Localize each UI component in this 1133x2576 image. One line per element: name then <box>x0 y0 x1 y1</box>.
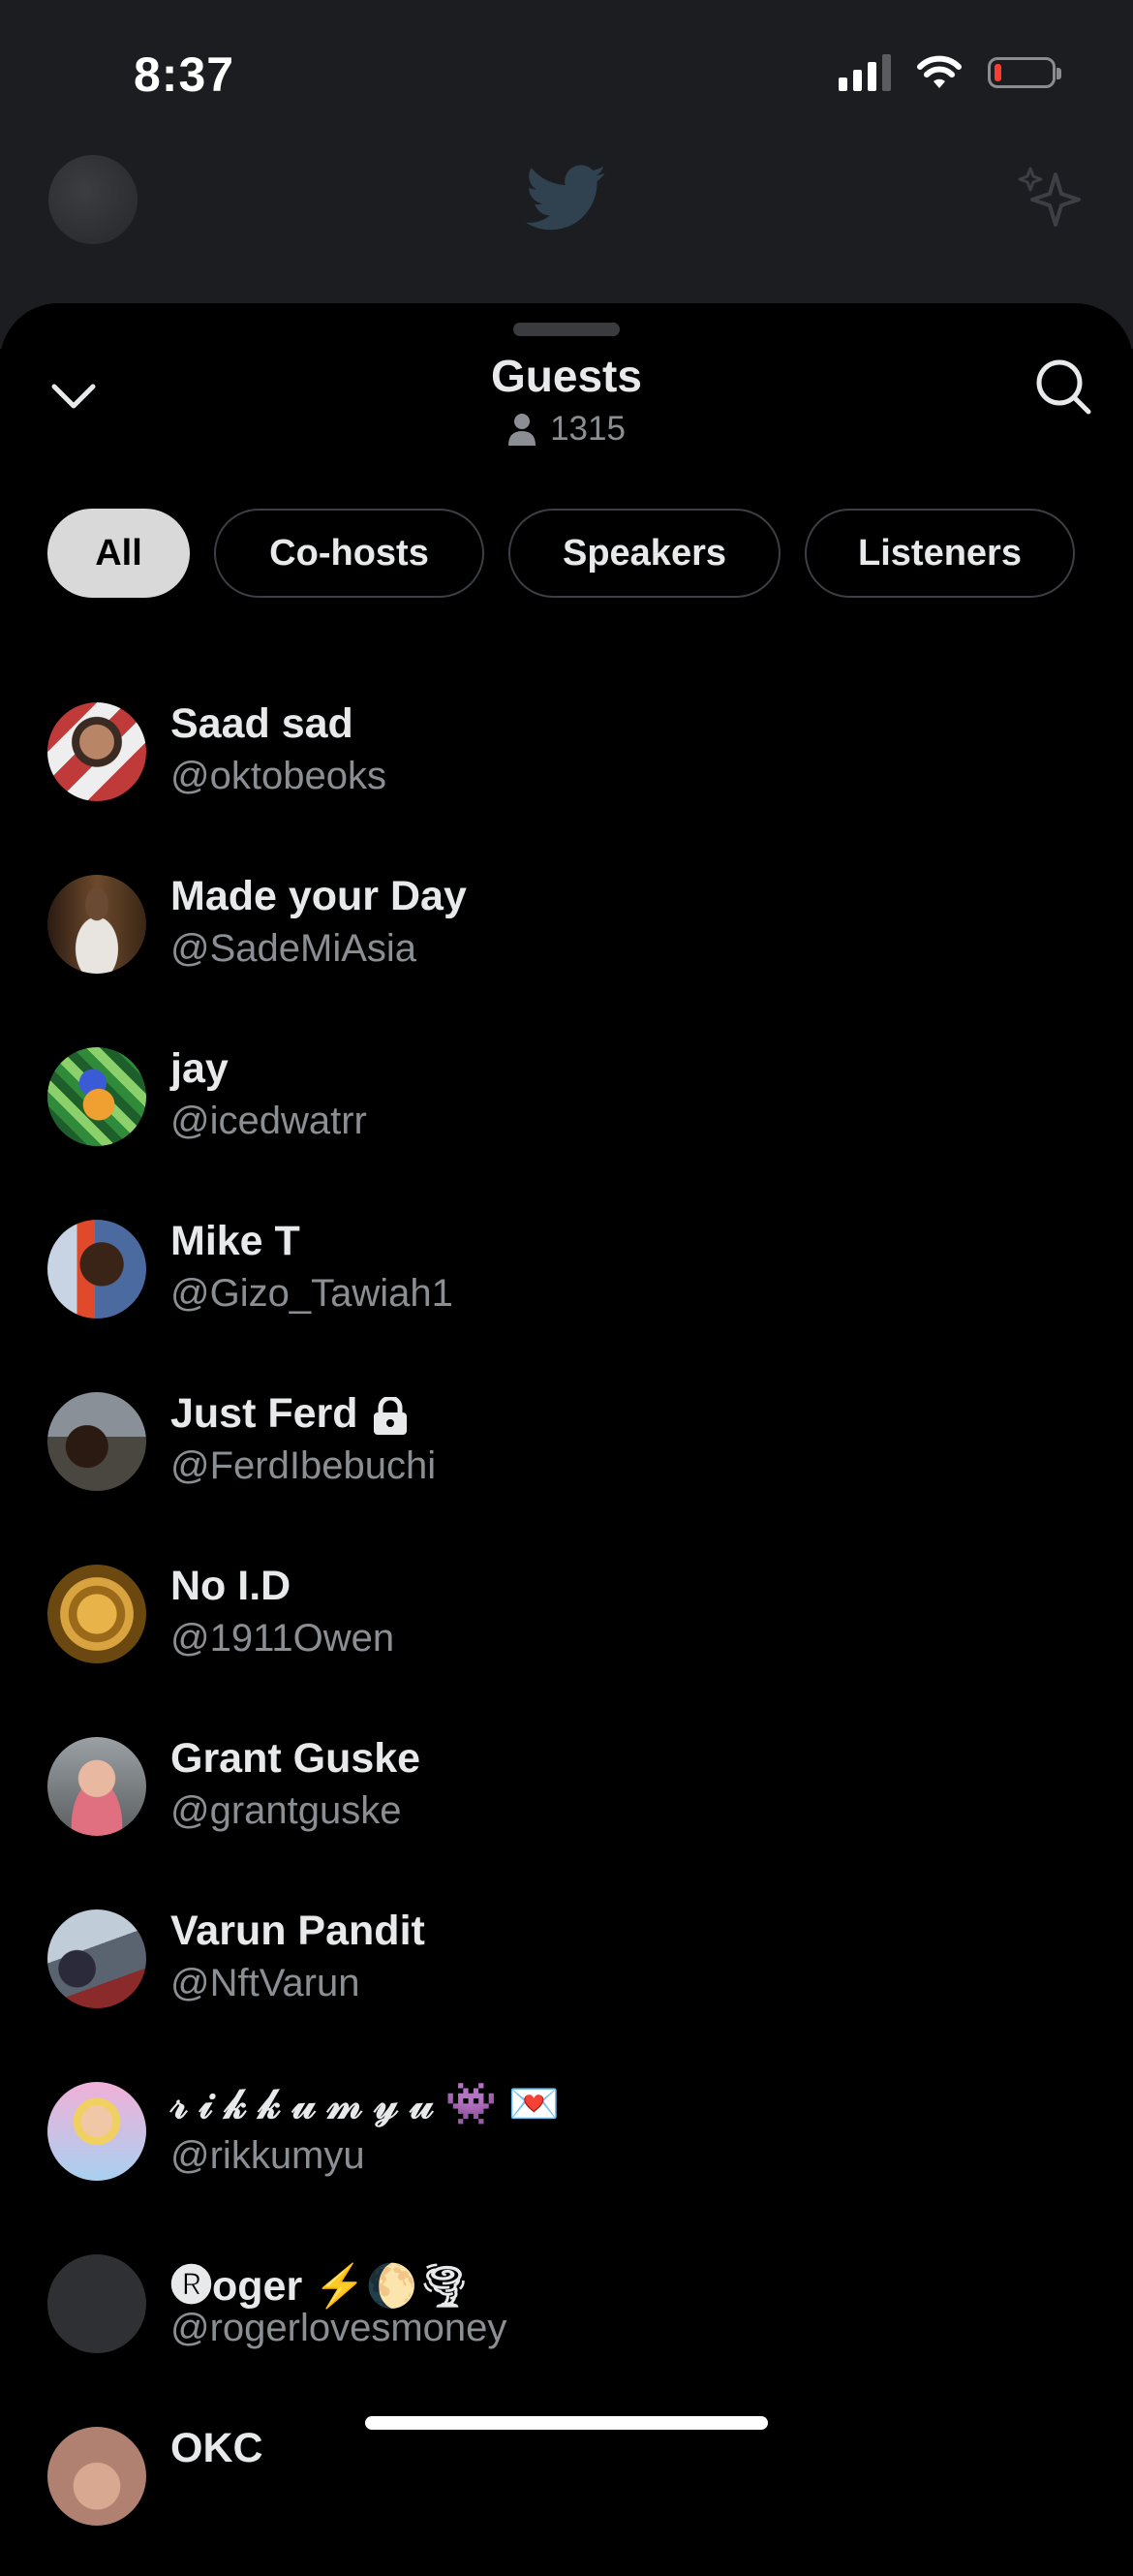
avatar <box>47 1565 146 1663</box>
filter-tabs: All Co-hosts Speakers Listeners <box>47 509 1075 598</box>
background-header: 8:37 <box>0 0 1133 349</box>
guest-count-value: 1315 <box>550 410 626 448</box>
cellular-signal-icon <box>839 54 891 91</box>
tab-listeners[interactable]: Listeners <box>805 509 1075 598</box>
avatar <box>47 2254 146 2353</box>
guest-name: 🅡oger ⚡🌔🌪 <box>170 2263 471 2310</box>
guest-name: jay <box>170 1045 229 1092</box>
sheet-title: Guests <box>491 351 642 401</box>
list-item[interactable]: 𝓇 𝒾 𝓀 𝓀 𝓊 𝓂 𝓎 𝓊 👾 💌 @rikkumyu <box>0 2059 1133 2231</box>
guest-name: Made your Day <box>170 873 467 919</box>
list-item[interactable]: No I.D @1911Owen <box>0 1541 1133 1714</box>
guest-name: Mike T <box>170 1218 300 1264</box>
sparkle-icon <box>1018 167 1081 227</box>
guest-name: Just Ferd <box>170 1390 409 1438</box>
list-item[interactable]: 🅡oger ⚡🌔🌪 @rogerlovesmoney <box>0 2231 1133 2404</box>
guest-handle: @NftVarun <box>170 1962 360 2004</box>
avatar <box>47 1392 146 1491</box>
twitter-bird-icon <box>526 165 606 231</box>
list-item[interactable]: Mike T @Gizo_Tawiah1 <box>0 1196 1133 1369</box>
sheet-grabber[interactable] <box>513 323 620 336</box>
search-icon[interactable] <box>1032 356 1094 418</box>
guest-handle: @1911Owen <box>170 1617 395 1660</box>
guest-handle: @rogerlovesmoney <box>170 2307 507 2349</box>
guest-handle: @Gizo_Tawiah1 <box>170 1272 453 1315</box>
list-item[interactable]: Made your Day @SadeMiAsia <box>0 852 1133 1024</box>
avatar <box>47 875 146 974</box>
guest-name: Varun Pandit <box>170 1908 425 1954</box>
avatar <box>47 1909 146 2008</box>
guests-sheet: Guests 1315 All Co-hosts Speakers Listen… <box>0 303 1133 2526</box>
guest-handle: @icedwatrr <box>170 1100 367 1142</box>
guest-name: Grant Guske <box>170 1735 421 1782</box>
tab-speakers[interactable]: Speakers <box>508 509 781 598</box>
avatar <box>47 1047 146 1146</box>
guest-name: No I.D <box>170 1563 291 1609</box>
guest-handle: @FerdIbebuchi <box>170 1444 437 1487</box>
battery-icon <box>988 57 1061 88</box>
guest-handle: @oktobeoks <box>170 755 386 797</box>
lock-icon <box>373 1396 407 1435</box>
avatar <box>47 702 146 801</box>
guest-handle: @SadeMiAsia <box>170 927 417 970</box>
tab-co-hosts[interactable]: Co-hosts <box>214 509 484 598</box>
list-item[interactable]: jay @icedwatrr <box>0 1024 1133 1196</box>
wifi-icon <box>917 55 962 88</box>
avatar <box>47 1737 146 1836</box>
avatar <box>47 2427 146 2526</box>
guest-name-text: Just Ferd <box>170 1390 358 1437</box>
person-icon <box>508 414 536 446</box>
list-item[interactable]: Varun Pandit @NftVarun <box>0 1886 1133 2059</box>
account-avatar <box>48 155 138 244</box>
guest-name: OKC <box>170 2425 263 2471</box>
tab-all[interactable]: All <box>47 509 190 598</box>
guest-list: Saad sad @oktobeoks Made your Day @SadeM… <box>0 679 1133 2576</box>
status-icons <box>839 54 1061 91</box>
guest-handle: @rikkumyu <box>170 2134 365 2177</box>
list-item[interactable]: Grant Guske @grantguske <box>0 1714 1133 1886</box>
avatar <box>47 1220 146 1319</box>
guest-name: Saad sad <box>170 700 353 747</box>
avatar <box>47 2082 146 2181</box>
home-indicator[interactable] <box>365 2416 768 2430</box>
guest-count: 1315 <box>0 410 1133 449</box>
guest-name: 𝓇 𝒾 𝓀 𝓀 𝓊 𝓂 𝓎 𝓊 👾 💌 <box>170 2081 561 2127</box>
list-item[interactable]: Saad sad @oktobeoks <box>0 679 1133 852</box>
guest-handle: @grantguske <box>170 1789 402 1832</box>
list-item[interactable]: Just Ferd @FerdIbebuchi <box>0 1369 1133 1541</box>
status-time: 8:37 <box>134 47 235 102</box>
